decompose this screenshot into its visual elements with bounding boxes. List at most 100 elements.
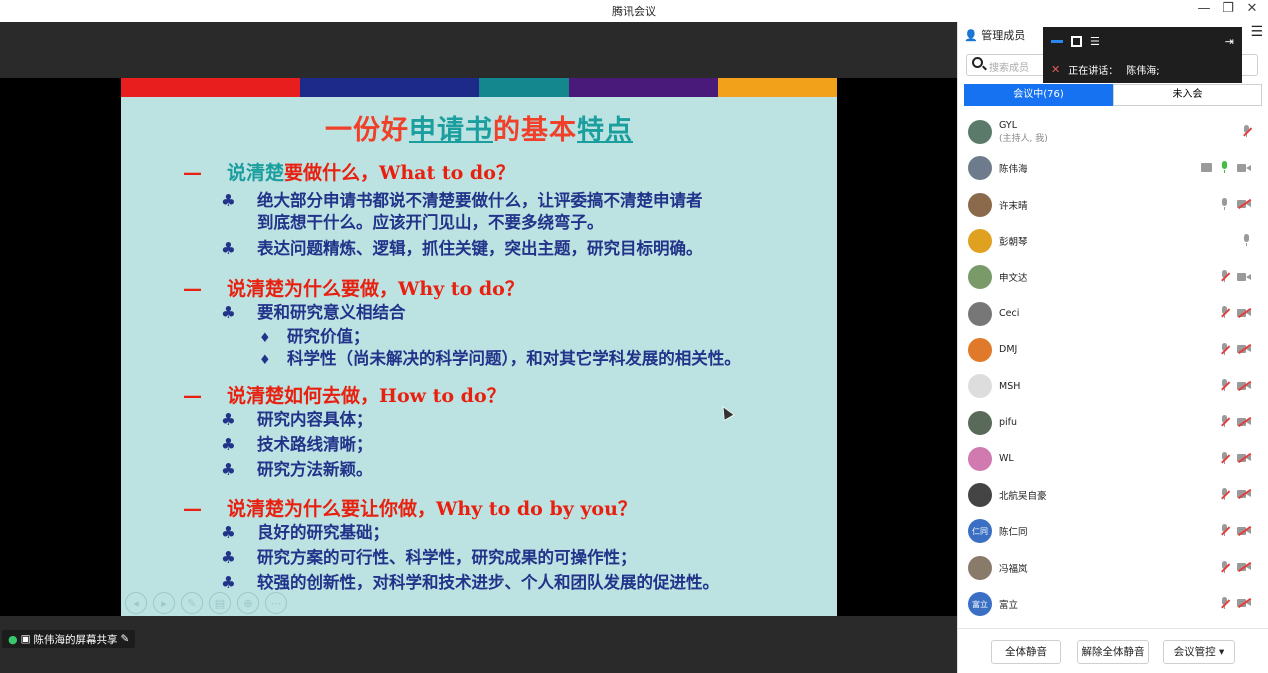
- more-icon[interactable]: ⋯: [265, 592, 287, 614]
- bullet-text: 研究价值；: [287, 327, 370, 346]
- microphone-icon[interactable]: [1220, 270, 1229, 283]
- member-status-icons: [1220, 342, 1251, 356]
- microphone-icon[interactable]: [1220, 161, 1229, 174]
- camera-icon[interactable]: [1237, 272, 1251, 282]
- screen-share-badge: ● ▣ 陈伟海的屏幕共享 ✎: [2, 630, 136, 648]
- club-bullet-icon: ♣: [221, 573, 236, 592]
- panel-menu-icon[interactable]: ☰: [1250, 24, 1263, 40]
- avatar: [968, 483, 992, 508]
- member-row[interactable]: MSH: [958, 368, 1268, 404]
- restore-button[interactable]: ❐: [1216, 1, 1240, 16]
- speaking-label: 正在讲话：: [1068, 65, 1119, 77]
- avatar: [968, 555, 992, 580]
- camera-icon[interactable]: [1237, 308, 1251, 318]
- member-row[interactable]: DMJ: [958, 332, 1268, 368]
- bullet-item: ♣ 较强的创新性，对科学和技术进步、个人和团队发展的促进性。: [221, 572, 719, 594]
- camera-icon[interactable]: [1237, 344, 1251, 354]
- member-name-text: 陈仁同: [999, 527, 1028, 539]
- member-row[interactable]: 彭朝琴: [958, 223, 1268, 259]
- search-placeholder: 搜索成员: [989, 63, 1029, 74]
- microphone-icon[interactable]: [1220, 379, 1229, 392]
- bullet-text-continued: 到底想干什么。应该开门见山，不要多绕弯子。: [257, 213, 604, 232]
- member-name-text: 彭朝琴: [999, 237, 1028, 249]
- member-name-text: Ceci: [999, 308, 1020, 320]
- bullet-text: 绝大部分申请书都说不清楚要做什么，让评委搞不清楚申请者: [257, 191, 703, 210]
- member-status-icons: [1201, 161, 1251, 174]
- microphone-icon[interactable]: [1220, 596, 1229, 610]
- pen-icon: ✎: [120, 633, 130, 645]
- member-row[interactable]: pifu: [958, 404, 1268, 440]
- member-row[interactable]: WL: [958, 441, 1268, 477]
- member-status-icons: [1220, 487, 1251, 501]
- member-status-icons: [1220, 596, 1251, 610]
- member-name: 彭朝琴: [999, 234, 1028, 248]
- member-row[interactable]: Ceci: [958, 295, 1268, 331]
- diamond-bullet-icon: ♦: [259, 353, 271, 368]
- member-row[interactable]: 许末晴: [958, 187, 1268, 223]
- club-bullet-icon: ♣: [221, 460, 236, 479]
- slides-icon[interactable]: ▤: [209, 592, 231, 614]
- avatar: [968, 374, 992, 399]
- member-row[interactable]: 申文达: [958, 259, 1268, 295]
- microphone-icon[interactable]: [1220, 524, 1229, 537]
- microphone-icon[interactable]: [1220, 306, 1229, 319]
- member-row[interactable]: 陈伟海: [958, 150, 1268, 186]
- member-name: DMJ: [999, 344, 1017, 355]
- microphone-icon[interactable]: [1220, 197, 1229, 211]
- mute-all-button[interactable]: 全体静音: [991, 640, 1061, 664]
- camera-icon[interactable]: [1237, 562, 1251, 572]
- member-name-text: pifu: [999, 417, 1018, 429]
- speaking-name: 陈伟海;: [1126, 65, 1160, 77]
- camera-icon[interactable]: [1237, 489, 1251, 499]
- list-view-icon[interactable]: ☰: [1090, 35, 1100, 48]
- bullet-item: ♣ 绝大部分申请书都说不清楚要做什么，让评委搞不清楚申请者 到底想干什么。应该开门…: [221, 190, 703, 234]
- member-row[interactable]: GYL (主持人, 我): [958, 114, 1268, 150]
- bullet-item: ♣ 研究内容具体；: [221, 409, 373, 431]
- member-name: Ceci: [999, 308, 1019, 319]
- member-row[interactable]: 仁同 陈仁同: [958, 513, 1268, 549]
- camera-icon[interactable]: [1237, 381, 1251, 391]
- microphone-icon[interactable]: [1220, 487, 1229, 501]
- avatar: [968, 446, 992, 471]
- member-row[interactable]: 北航吴自豪: [958, 477, 1268, 513]
- camera-icon[interactable]: [1237, 598, 1251, 608]
- bullet-text: 研究方法新颖。: [257, 460, 373, 479]
- microphone-icon[interactable]: [1242, 125, 1251, 138]
- camera-icon[interactable]: [1237, 526, 1251, 536]
- tab-in-meeting[interactable]: 会议中(76): [964, 84, 1113, 106]
- camera-icon[interactable]: [1237, 453, 1251, 463]
- member-row[interactable]: 富立 富立: [958, 586, 1268, 622]
- color-band-teal: [479, 78, 569, 97]
- microphone-icon[interactable]: [1220, 342, 1229, 356]
- camera-icon[interactable]: [1237, 417, 1251, 427]
- color-band-purple: [569, 78, 718, 97]
- slide-title: 一份好申请书的基本特点: [121, 108, 837, 147]
- member-name: MSH: [999, 381, 1020, 392]
- microphone-icon[interactable]: [1220, 415, 1229, 428]
- zoom-icon[interactable]: ⊕: [237, 592, 259, 614]
- camera-icon[interactable]: [1237, 199, 1251, 209]
- meeting-control-button[interactable]: 会议管控 ▾: [1163, 640, 1235, 664]
- member-name: 冯福岚: [999, 561, 1028, 575]
- camera-icon[interactable]: [1237, 163, 1251, 173]
- close-button[interactable]: ✕: [1240, 1, 1264, 16]
- sub-bullet-item: ♦ 科学性（尚未解决的科学问题），和对其它学科发展的相关性。: [259, 348, 741, 372]
- member-name-text: 富立: [999, 600, 1019, 611]
- next-slide-icon[interactable]: ▸: [153, 592, 175, 614]
- member-row[interactable]: 冯福岚: [958, 550, 1268, 586]
- prev-slide-icon[interactable]: ◂: [125, 592, 147, 614]
- microphone-icon[interactable]: [1242, 233, 1251, 247]
- collapse-icon[interactable]: ⇥: [1225, 35, 1234, 48]
- avatar: [968, 229, 992, 254]
- tab-not-joined[interactable]: 未入会: [1113, 84, 1262, 106]
- minimize-button[interactable]: —: [1192, 1, 1216, 16]
- pen-icon[interactable]: ✎: [181, 592, 203, 614]
- member-name: pifu: [999, 417, 1017, 428]
- unmute-all-button[interactable]: 解除全体静音: [1077, 640, 1149, 664]
- speaker-mic-icon: ✕: [1051, 62, 1061, 76]
- microphone-icon[interactable]: [1220, 451, 1229, 465]
- window-view-icon[interactable]: [1071, 35, 1082, 47]
- minimize-bar-icon[interactable]: [1051, 39, 1063, 43]
- bullet-text: 良好的研究基础；: [257, 523, 389, 542]
- microphone-icon[interactable]: [1220, 560, 1229, 574]
